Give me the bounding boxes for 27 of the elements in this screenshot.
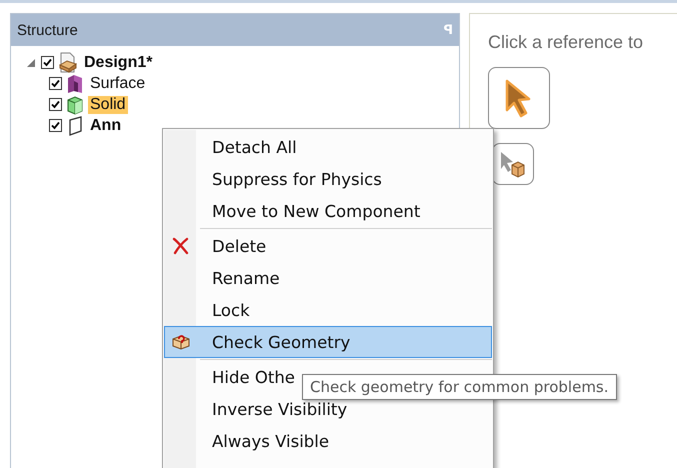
tree-item[interactable]: Solid <box>88 96 128 114</box>
menu-item[interactable]: Rename <box>164 262 492 294</box>
menu-item[interactable]: Detach All <box>164 131 492 163</box>
tooltip: Check geometry for common problems. <box>302 374 617 400</box>
select-body-button[interactable] <box>492 143 534 185</box>
tree-item[interactable]: Ann <box>88 116 124 134</box>
menu-item[interactable]: Check Geometry <box>164 326 492 358</box>
surface-icon <box>66 74 84 94</box>
cube-icon <box>66 94 84 114</box>
design-icon <box>58 52 78 74</box>
visibility-checkbox[interactable] <box>49 119 62 132</box>
box-question-icon <box>172 334 190 350</box>
menu-item[interactable]: Always Visible <box>164 425 492 457</box>
panel-title: Structure <box>17 22 78 38</box>
visibility-checkbox[interactable] <box>41 56 54 69</box>
delete-icon <box>172 237 190 255</box>
visibility-checkbox[interactable] <box>49 77 62 90</box>
tree-item[interactable]: Design1* <box>82 54 154 72</box>
expand-arrow-icon[interactable] <box>25 56 37 68</box>
select-tool-button[interactable] <box>488 67 550 129</box>
menu-item[interactable]: Move to New Component <box>164 195 492 227</box>
menu-item[interactable]: Delete <box>164 230 492 262</box>
tree-item[interactable]: Surface <box>88 74 148 92</box>
visibility-checkbox[interactable] <box>49 98 62 111</box>
hint-text: Click a reference to <box>488 32 644 53</box>
menu-item[interactable]: Suppress for Physics <box>164 163 492 195</box>
menu-item[interactable]: Lock <box>164 294 492 326</box>
